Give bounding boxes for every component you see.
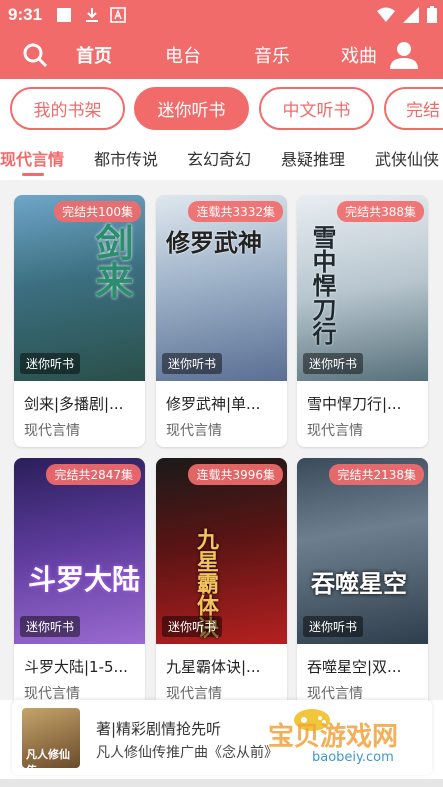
book-title: 九星霸体诀|... bbox=[166, 658, 261, 676]
book-card[interactable]: 修罗武神 连载共3332集 迷你听书 修罗武神|单... 现代言情 bbox=[156, 195, 287, 447]
pill-tab-bar: 我的书架 迷你听书 中文听书 完结 bbox=[0, 85, 443, 133]
episode-badge: 连载共3996集 bbox=[188, 464, 283, 485]
source-tag: 迷你听书 bbox=[162, 353, 223, 374]
category-wuxia[interactable]: 武侠仙侠 bbox=[375, 146, 439, 170]
tab-opera[interactable]: 戏曲 bbox=[341, 42, 377, 68]
ad-banner[interactable]: 凡人修仙传 著|精彩剧情抢先听 凡人修仙传推广曲《念从前》 宝贝游戏网 baob… bbox=[12, 700, 432, 775]
wifi-icon bbox=[377, 7, 395, 22]
main-nav: 首页 电台 音乐 戏曲 bbox=[0, 30, 443, 79]
active-category-indicator bbox=[22, 173, 44, 176]
source-tag: 迷你听书 bbox=[162, 616, 223, 637]
book-card[interactable]: 九星霸体诀 连载共3996集 迷你听书 九星霸体诀|... 现代言情 bbox=[156, 458, 287, 710]
episode-badge: 完结共100集 bbox=[54, 201, 141, 222]
episode-badge: 完结共2847集 bbox=[46, 464, 141, 485]
book-genre: 现代言情 bbox=[166, 423, 222, 439]
download-icon bbox=[86, 8, 98, 22]
pill-chinese-audiobook[interactable]: 中文听书 bbox=[259, 87, 374, 130]
book-card[interactable]: 吞噬星空 完结共2138集 迷你听书 吞噬星空|双... 现代言情 bbox=[297, 458, 428, 710]
category-tabs: 现代言情 都市传说 玄幻奇幻 悬疑推理 武侠仙侠 bbox=[0, 140, 443, 178]
book-genre: 现代言情 bbox=[307, 423, 363, 439]
book-card[interactable]: 雪中悍刀行 完结共388集 迷你听书 雪中悍刀行|... 现代言情 bbox=[297, 195, 428, 447]
book-title: 修罗武神|单... bbox=[166, 395, 261, 413]
category-modern-romance[interactable]: 现代言情 bbox=[0, 146, 64, 170]
source-tag: 迷你听书 bbox=[303, 616, 364, 637]
signal-icon bbox=[403, 6, 419, 23]
top-app-bar: 9:31 首页 电台 音乐 戏曲 bbox=[0, 0, 443, 79]
watermark-url: baobeiy.com bbox=[312, 750, 394, 765]
ad-subtitle: 凡人修仙传推广曲《念从前》 bbox=[96, 745, 278, 761]
episode-badge: 连载共3332集 bbox=[188, 201, 283, 222]
book-title: 剑来|多播剧|... bbox=[24, 395, 124, 413]
book-card[interactable]: 斗罗大陆 完结共2847集 迷你听书 斗罗大陆|1-5... 现代言情 bbox=[14, 458, 145, 710]
book-title: 吞噬星空|双... bbox=[307, 658, 402, 676]
source-tag: 迷你听书 bbox=[20, 353, 81, 374]
pill-my-bookshelf[interactable]: 我的书架 bbox=[10, 87, 125, 130]
book-card[interactable]: 剑来 完结共100集 迷你听书 剑来|多播剧|... 现代言情 bbox=[14, 195, 145, 447]
cover-title-art: 雪中悍刀行 bbox=[308, 225, 337, 345]
notification-square-icon bbox=[57, 8, 71, 22]
pill-mini-audiobook[interactable]: 迷你听书 bbox=[134, 87, 249, 130]
battery-icon bbox=[427, 6, 437, 23]
category-mystery[interactable]: 悬疑推理 bbox=[281, 146, 345, 170]
episode-badge: 完结共2138集 bbox=[329, 464, 424, 485]
cover-title-art: 吞噬星空 bbox=[311, 569, 407, 598]
book-title: 斗罗大陆|1-5... bbox=[24, 658, 128, 676]
app-notification-icon bbox=[110, 7, 126, 23]
ad-headline: 著|精彩剧情抢先听 bbox=[96, 720, 222, 738]
book-grid: 剑来 完结共100集 迷你听书 剑来|多播剧|... 现代言情 修罗武神 连载共… bbox=[0, 180, 443, 710]
ad-thumbnail-title: 凡人修仙传 bbox=[26, 748, 70, 775]
ad-thumbnail: 凡人修仙传 bbox=[22, 708, 80, 775]
book-genre: 现代言情 bbox=[24, 423, 80, 439]
search-icon[interactable] bbox=[22, 42, 48, 68]
source-tag: 迷你听书 bbox=[20, 616, 81, 637]
watermark-text: 宝贝游戏网 bbox=[268, 722, 399, 752]
category-urban-legend[interactable]: 都市传说 bbox=[94, 146, 158, 170]
user-icon[interactable] bbox=[389, 40, 419, 70]
bottom-edge bbox=[0, 779, 443, 787]
cover-title-art: 修罗武神 bbox=[166, 228, 262, 257]
category-fantasy[interactable]: 玄幻奇幻 bbox=[187, 146, 251, 170]
status-bar: 9:31 bbox=[0, 0, 443, 30]
source-tag: 迷你听书 bbox=[303, 353, 364, 374]
cover-title-art: 斗罗大陆 bbox=[28, 563, 141, 596]
tab-radio[interactable]: 电台 bbox=[165, 42, 201, 68]
tab-home[interactable]: 首页 bbox=[76, 42, 112, 68]
book-title: 雪中悍刀行|... bbox=[307, 395, 402, 413]
tab-music[interactable]: 音乐 bbox=[254, 42, 290, 68]
episode-badge: 完结共388集 bbox=[337, 201, 424, 222]
status-time: 9:31 bbox=[8, 5, 43, 24]
cover-title-art: 剑来 bbox=[89, 223, 134, 299]
pill-completed[interactable]: 完结 bbox=[384, 87, 443, 130]
